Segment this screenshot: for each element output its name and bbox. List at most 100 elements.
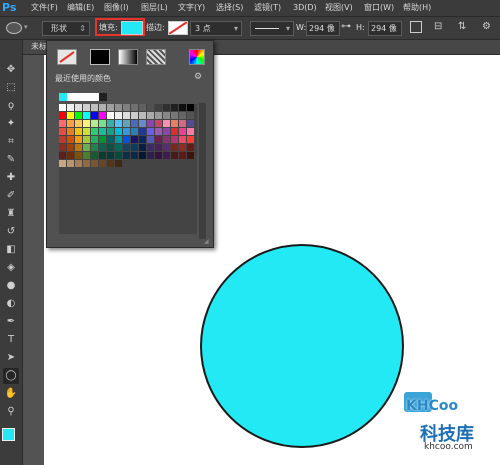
color-swatch[interactable] [83,128,90,135]
color-swatch[interactable] [171,104,178,111]
color-swatch[interactable] [59,128,66,135]
move-tool-icon[interactable]: ✥ [3,62,19,78]
color-swatch[interactable] [91,104,98,111]
pen-tool-icon[interactable]: ✒ [3,314,19,330]
color-swatch[interactable] [67,152,74,159]
color-swatch[interactable] [107,136,114,143]
color-swatch[interactable] [123,144,130,151]
no-fill-button[interactable] [57,49,77,65]
color-swatch[interactable] [155,112,162,119]
path-operations-icon[interactable] [410,21,422,33]
color-swatch[interactable] [163,120,170,127]
color-swatch[interactable] [115,120,122,127]
ellipse-shape[interactable] [200,244,404,448]
color-swatch[interactable] [67,112,74,119]
color-swatch[interactable] [91,128,98,135]
menu-file[interactable]: 文件(F) [31,0,58,16]
color-swatch[interactable] [107,120,114,127]
color-swatch[interactable] [75,120,82,127]
stroke-type-select[interactable]: ▾ [250,21,294,36]
color-swatch[interactable] [123,112,130,119]
color-swatch[interactable] [171,128,178,135]
stroke-width-input[interactable]: 3 点 ▾ [190,21,242,36]
menu-filter[interactable]: 滤镜(T) [254,0,281,16]
color-swatch[interactable] [99,128,106,135]
color-swatch[interactable] [91,112,98,119]
color-swatch[interactable] [59,104,66,111]
color-swatch[interactable] [171,144,178,151]
color-swatch[interactable] [131,112,138,119]
eyedropper-tool-icon[interactable]: ✎ [3,152,19,168]
menu-view[interactable]: 视图(V) [325,0,353,16]
color-swatch[interactable] [67,160,74,167]
stroke-color-swatch[interactable] [168,21,188,35]
color-swatch[interactable] [163,136,170,143]
color-swatch[interactable] [67,128,74,135]
color-swatch[interactable] [99,160,106,167]
color-swatch[interactable] [155,136,162,143]
scrollbar[interactable] [199,103,206,239]
color-swatch[interactable] [123,120,130,127]
crop-tool-icon[interactable]: ⌗ [3,134,19,150]
color-swatch[interactable] [75,144,82,151]
color-swatch[interactable] [139,152,146,159]
color-swatch[interactable] [187,104,194,111]
color-swatch[interactable] [179,112,186,119]
color-swatch[interactable] [59,112,66,119]
color-swatch[interactable] [123,128,130,135]
color-swatch[interactable] [163,144,170,151]
color-swatch[interactable] [139,104,146,111]
color-swatch[interactable] [99,152,106,159]
color-swatch[interactable] [115,104,122,111]
height-input[interactable]: 294 像 [368,21,402,36]
color-swatch[interactable] [107,112,114,119]
color-swatch[interactable] [147,104,154,111]
gear-icon[interactable]: ⚙ [482,21,494,33]
color-swatch[interactable] [59,120,66,127]
menu-3d[interactable]: 3D(D) [293,0,317,16]
eraser-tool-icon[interactable]: ◧ [3,242,19,258]
color-swatch[interactable] [123,136,130,143]
recent-color-swatch[interactable] [99,93,107,101]
color-swatch[interactable] [163,112,170,119]
marquee-tool-icon[interactable]: ⬚ [3,80,19,96]
color-swatch[interactable] [107,152,114,159]
path-arrange-icon[interactable]: ⇅ [458,21,470,33]
color-swatch[interactable] [179,136,186,143]
color-swatch[interactable] [147,112,154,119]
color-swatch[interactable] [75,112,82,119]
brush-tool-icon[interactable]: ✐ [3,188,19,204]
color-swatch[interactable] [171,136,178,143]
color-swatch[interactable] [179,120,186,127]
menu-type[interactable]: 文字(Y) [178,0,205,16]
color-swatch[interactable] [107,144,114,151]
color-swatch[interactable] [83,152,90,159]
recent-color-swatch[interactable] [91,93,99,101]
color-swatch[interactable] [107,160,114,167]
color-swatch[interactable] [115,152,122,159]
color-swatch[interactable] [99,104,106,111]
menu-select[interactable]: 选择(S) [216,0,243,16]
dropdown-arrow-icon[interactable]: ▾ [24,23,28,31]
color-swatch[interactable] [91,152,98,159]
hand-tool-icon[interactable]: ✋ [3,386,19,402]
color-swatch[interactable] [147,120,154,127]
fill-color-swatch[interactable] [121,21,143,35]
color-swatch[interactable] [75,152,82,159]
color-swatch[interactable] [139,144,146,151]
color-swatch[interactable] [179,128,186,135]
color-swatch[interactable] [171,112,178,119]
color-swatch[interactable] [163,128,170,135]
color-swatch[interactable] [187,136,194,143]
color-swatch[interactable] [147,152,154,159]
color-swatch[interactable] [115,136,122,143]
color-swatch[interactable] [131,136,138,143]
color-swatch[interactable] [123,104,130,111]
color-swatch[interactable] [139,128,146,135]
color-swatch[interactable] [115,128,122,135]
recent-color-swatch[interactable] [67,93,75,101]
color-swatch[interactable] [67,144,74,151]
color-swatch[interactable] [155,144,162,151]
color-swatch[interactable] [179,152,186,159]
color-swatch[interactable] [131,104,138,111]
